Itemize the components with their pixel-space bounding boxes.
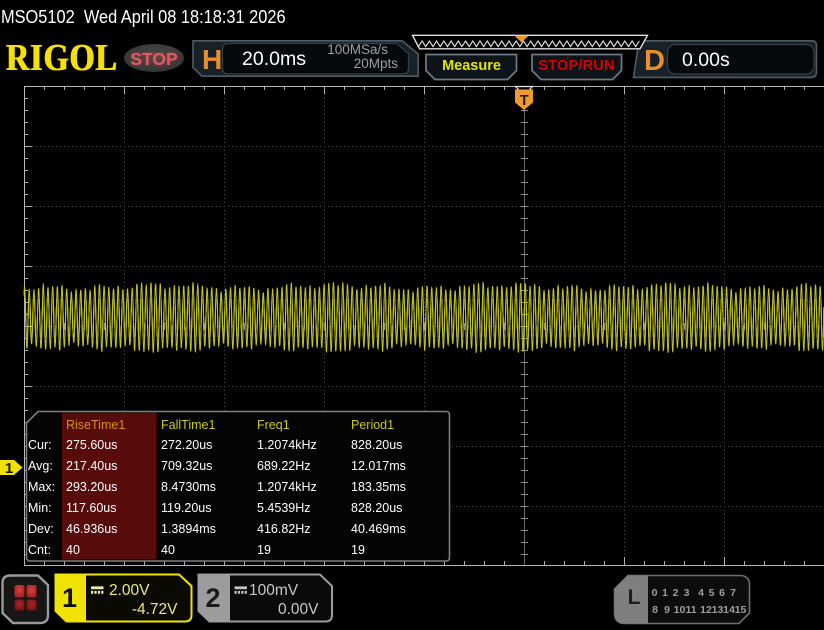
svg-text:0: 0 <box>652 587 658 599</box>
svg-text:7: 7 <box>730 587 736 599</box>
svg-text:4: 4 <box>698 587 704 599</box>
svg-text:6: 6 <box>719 587 725 599</box>
svg-text:8: 8 <box>652 604 658 616</box>
svg-text:9: 9 <box>664 604 670 616</box>
svg-text:5: 5 <box>709 587 715 599</box>
svg-text:2: 2 <box>673 587 679 599</box>
svg-text:14: 14 <box>723 604 735 616</box>
svg-text:12: 12 <box>700 604 712 616</box>
svg-text:L: L <box>628 586 641 609</box>
svg-text:3: 3 <box>684 587 690 599</box>
svg-text:13: 13 <box>712 604 724 616</box>
svg-text:1: 1 <box>5 460 13 477</box>
svg-text:15: 15 <box>735 604 747 616</box>
svg-text:1: 1 <box>662 587 668 599</box>
svg-text:11: 11 <box>685 604 696 616</box>
svg-text:10: 10 <box>674 604 686 616</box>
svg-text:T: T <box>520 93 529 109</box>
